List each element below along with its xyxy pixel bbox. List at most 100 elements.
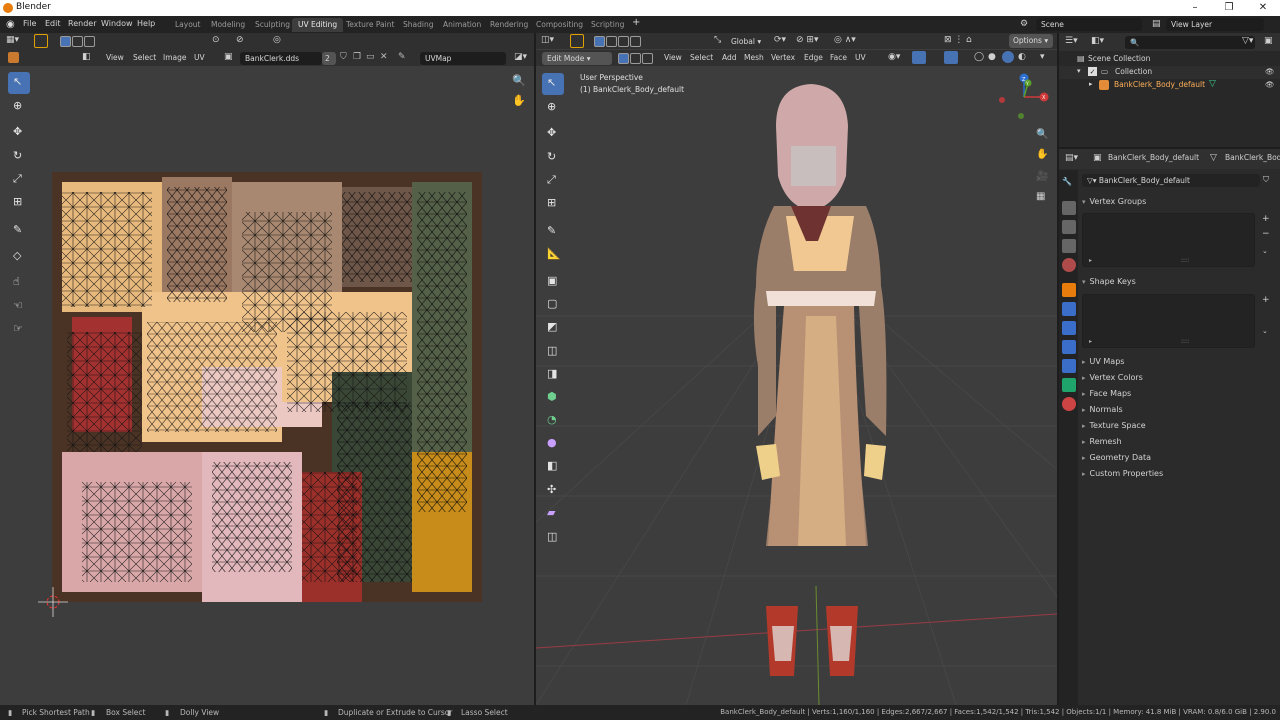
vp-tool-annotate[interactable]: ✎ [542,221,564,243]
viewport-proportional-icon[interactable]: ◎ ∧▾ [834,35,856,45]
tab-mesh-data-icon[interactable] [1062,378,1076,392]
tab-sculpting[interactable]: Sculpting [249,18,296,32]
tool-cursor[interactable]: ⊕ [8,96,30,118]
image-browse-icon[interactable]: ▣ [224,52,233,62]
mesh-datablock-field[interactable]: ▽▾ BankClerk_Body_default [1082,174,1260,187]
uv-face-select-icon[interactable] [84,36,95,47]
viewport-menu-mesh[interactable]: Mesh [744,53,764,62]
pin-icon[interactable]: ✎ [398,52,406,62]
vertex-groups-list[interactable] [1082,213,1255,267]
gizmo-icon[interactable] [912,51,926,64]
tab-physics-icon[interactable] [1062,340,1076,354]
uv-menu-view[interactable]: View [106,53,124,62]
vp-tool-bevel[interactable]: ◩ [542,317,564,339]
edit-edge-icon[interactable] [630,53,641,64]
tab-animation[interactable]: Animation [437,18,487,32]
visibility-icon[interactable]: ◉▾ [888,52,900,62]
editor-type-icon[interactable]: ▦▾ [6,35,19,45]
shape-list-filter-icon[interactable]: ▸ [1089,338,1092,345]
collection-checkbox[interactable]: ✓ [1088,67,1097,76]
tool-move[interactable]: ✥ [8,122,30,144]
uv-2d-cursor-icon[interactable] [38,587,68,617]
remove-vertex-group-icon[interactable]: − [1262,229,1270,239]
panel-normals[interactable]: ▸ Normals [1082,405,1123,414]
shape-key-specials-icon[interactable]: ⌄ [1262,327,1268,335]
tab-particles-icon[interactable] [1062,321,1076,335]
view-mode-icon[interactable]: ◧ [82,52,91,62]
minimize-button[interactable]: – [1178,0,1212,16]
panel-geometry-data[interactable]: ▸ Geometry Data [1082,453,1151,462]
vp-tool-cursor[interactable]: ⊕ [542,97,564,119]
list-resize-grip[interactable]: :::: [1181,257,1189,264]
view-layer-field[interactable]: View Layer [1166,18,1264,31]
menu-file[interactable]: File [23,19,36,28]
scene-icon[interactable]: ⚙ [1020,19,1028,29]
scene-field[interactable]: Scene [1036,18,1142,31]
shading-material-icon[interactable] [1002,51,1014,63]
viewport-menu-uv[interactable]: UV [855,53,866,62]
tool-pinch[interactable]: ☞ [8,319,30,341]
panel-remesh[interactable]: ▸ Remesh [1082,437,1122,446]
panel-vertex-groups[interactable]: ▾ Vertex Groups [1082,197,1146,206]
pivot-point-icon[interactable]: ⟳▾ [774,35,786,45]
shape-list-resize-grip[interactable]: :::: [1181,338,1189,345]
tool-grab[interactable]: ☝ [8,272,30,294]
close-button[interactable]: ✕ [1246,0,1280,16]
add-vertex-group-icon[interactable]: + [1262,214,1270,224]
edge-select-icon[interactable] [606,36,617,47]
vertex-group-specials-icon[interactable]: ⌄ [1262,247,1268,255]
viewport-menu-view[interactable]: View [664,53,682,62]
tab-rendering[interactable]: Rendering [484,18,534,32]
uv-display-icon[interactable]: ◪▾ [514,52,527,62]
filter-icon[interactable]: ▽▾ [1242,36,1253,46]
vp-tool-spin[interactable]: ◔ [542,410,564,432]
shape-keys-list[interactable] [1082,294,1255,348]
uv-texture-image[interactable] [52,172,482,602]
orientation-icon[interactable]: ⤡ [714,35,721,45]
uv-menu-image[interactable]: Image [163,53,187,62]
panel-custom-properties[interactable]: ▸ Custom Properties [1082,469,1163,478]
add-shape-key-icon[interactable]: + [1262,295,1270,305]
panel-texture-space[interactable]: ▸ Texture Space [1082,421,1146,430]
xray-icon[interactable]: ⊠ ⋮ [944,35,963,45]
expand-collection-icon[interactable]: ▾ [1077,67,1081,75]
vp-tool-measure[interactable]: 📐 [542,244,564,266]
tab-layout[interactable]: Layout [169,18,207,32]
tool-scale[interactable]: ⤢ [8,169,30,191]
edit-vertex-icon[interactable] [618,53,629,64]
unlink-image-icon[interactable]: ✕ [380,52,388,62]
snap-icon[interactable]: ⊘ [236,35,244,45]
menu-edit[interactable]: Edit [45,19,61,28]
viewport-scene[interactable] [536,66,1057,705]
viewport-zoom-icon[interactable]: 🔍 [1036,129,1048,140]
vp-tool-smooth[interactable]: ● [542,433,564,455]
tab-object-icon[interactable] [1062,283,1076,297]
panel-shape-keys[interactable]: ▾ Shape Keys [1082,277,1136,286]
tab-tool-icon[interactable]: 🔧 [1062,177,1076,191]
hand-pan-icon[interactable]: ✋ [512,94,526,107]
fake-user-shield-icon[interactable]: ⛉ [1263,175,1269,185]
menu-render[interactable]: Render [68,19,96,28]
shading-solid-icon[interactable]: ● [988,52,996,62]
shading-options-icon[interactable]: ▾ [1040,52,1045,62]
open-image-icon[interactable]: ▭ [366,52,375,62]
uv-sync-icon[interactable] [8,52,19,63]
tab-shading[interactable]: Shading [397,18,439,32]
panel-uv-maps[interactable]: ▸ UV Maps [1082,357,1124,366]
tool-annotate[interactable]: ✎ [8,220,30,242]
viewport-snap-icon[interactable]: ⊘ ⊞▾ [796,35,818,45]
3d-viewport[interactable]: ◫▾ ⤡ Global ▾ ⟳▾ ⊘ ⊞▾ ◎ ∧▾ ⊠ ⋮ ⌂ Options… [536,33,1057,705]
collection-visibility-icon[interactable]: 👁 [1265,67,1275,76]
tab-modifiers-icon[interactable] [1062,302,1076,316]
zoom-icon[interactable]: 🔍 [512,74,526,87]
viewport-editor-type-icon[interactable]: ◫▾ [541,35,554,45]
image-name-field[interactable]: BankClerk.dds [240,52,322,65]
vp-tool-rotate[interactable]: ↻ [542,147,564,169]
tab-output-icon[interactable] [1062,220,1076,234]
panel-face-maps[interactable]: ▸ Face Maps [1082,389,1131,398]
editor-divider[interactable] [534,33,536,705]
vp-tool-rip[interactable]: ◫ [542,527,564,549]
overlay-icon[interactable] [944,51,958,64]
tab-render-icon[interactable] [1062,201,1076,215]
auto-merge-icon[interactable]: ⌂ [966,35,972,45]
